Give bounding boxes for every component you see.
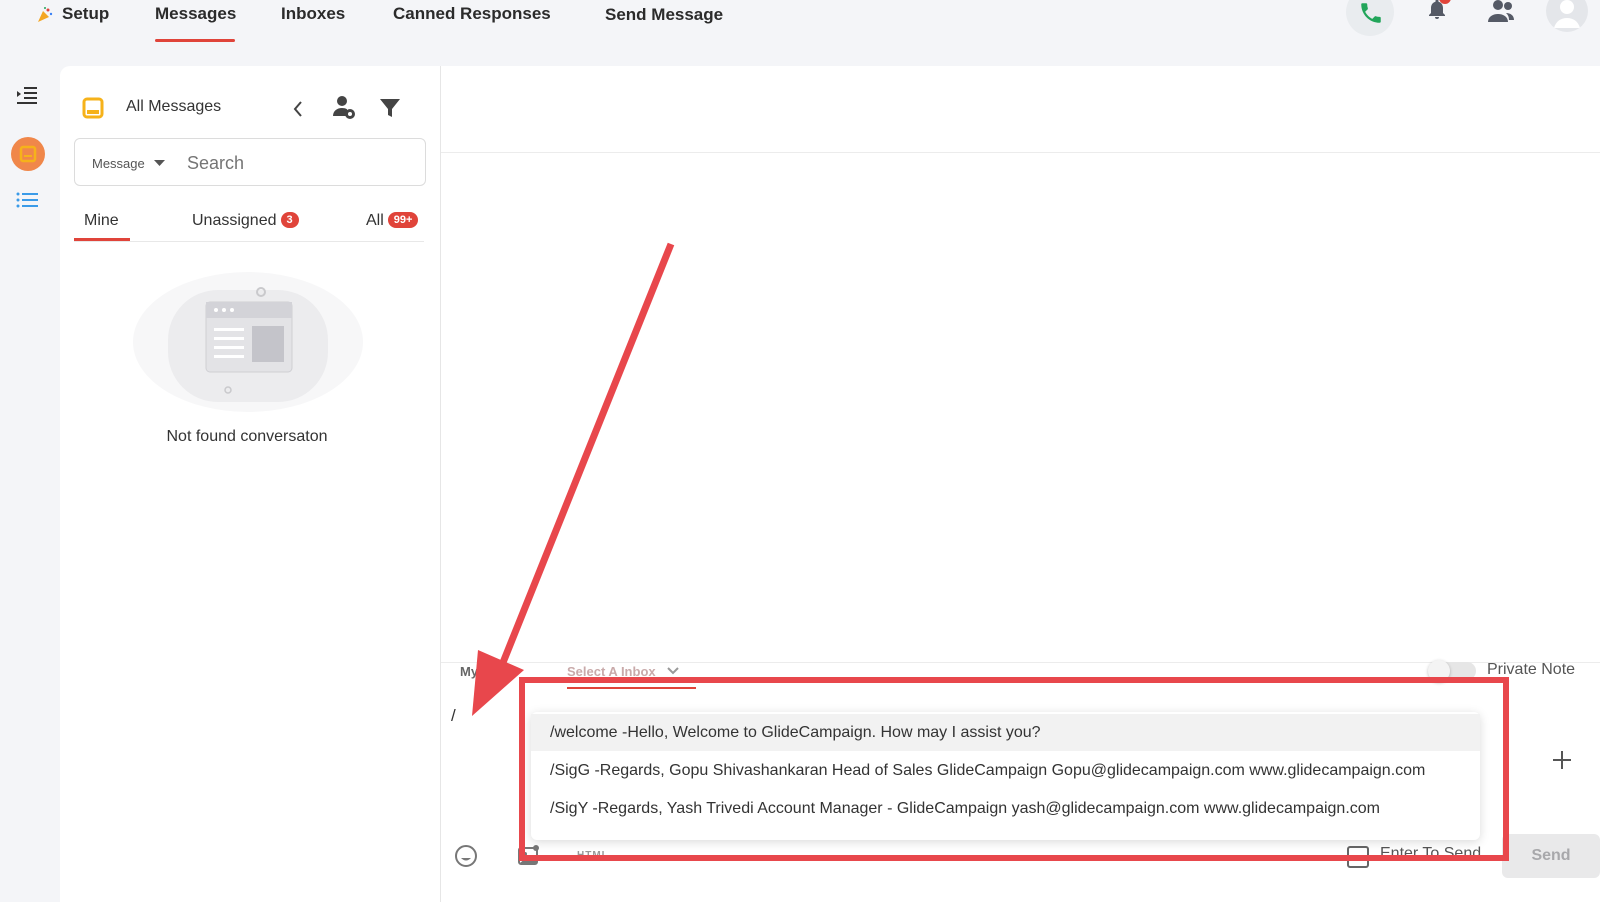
send-button-label: Send [1531,847,1571,864]
search-input[interactable] [185,149,409,177]
message-input[interactable]: / [451,706,456,726]
chevron-left-icon[interactable] [292,100,304,123]
list-icon[interactable] [15,190,39,215]
all-count-badge: 99+ [387,212,419,228]
add-attachment-icon[interactable] [1551,749,1573,776]
tab-all[interactable]: All 99+ [366,212,419,230]
avatar-icon [1546,0,1588,32]
tab-unassigned[interactable]: Unassigned 3 [192,212,299,230]
conversation-header [441,66,1600,153]
tab-mine[interactable]: Mine [84,212,119,230]
nav-active-indicator [155,39,235,42]
nav-messages[interactable]: Messages [155,4,236,24]
team-button[interactable] [1486,0,1516,29]
users-icon [1486,0,1516,28]
send-button[interactable]: Send [1502,834,1600,878]
caret-down-icon [154,154,166,169]
inbox-icon [19,145,37,168]
annotation-arrow [460,240,680,735]
empty-state-text: Not found conversaton [166,428,328,445]
tab-unassigned-label: Unassigned [192,212,277,229]
panel-title: All Messages [126,98,222,115]
all-messages-icon [82,97,104,124]
conversation-panel: All Messages Message Mine Unassigned3 Al… [60,66,441,902]
search-bar: Message [74,138,426,186]
search-filter-select[interactable]: Message [92,154,166,171]
collapse-menu-icon[interactable] [15,84,39,113]
notifications-button[interactable] [1425,0,1451,24]
tabs-divider [74,241,424,242]
unassigned-count-badge: 3 [280,212,299,228]
profile-button[interactable] [1546,0,1588,32]
assign-user-icon[interactable] [332,94,356,125]
inbox-rail-button[interactable] [11,137,45,171]
filter-icon[interactable] [378,96,402,125]
nav-canned-responses[interactable]: Canned Responses [393,4,551,24]
empty-state-illustration [128,262,368,417]
party-popper-icon [36,6,54,24]
nav-inboxes[interactable]: Inboxes [281,4,345,24]
nav-send-message[interactable]: Send Message [605,5,723,25]
left-rail [0,62,56,902]
bell-icon [1425,0,1449,26]
nav-setup[interactable]: Setup [62,4,109,24]
phone-icon [1358,0,1384,31]
top-navigation: Setup Messages Inboxes Canned Responses … [0,0,1600,62]
emoji-icon[interactable] [454,844,478,873]
tab-all-label: All [366,212,384,229]
phone-button[interactable] [1346,0,1394,36]
search-filter-label: Message [92,156,145,171]
